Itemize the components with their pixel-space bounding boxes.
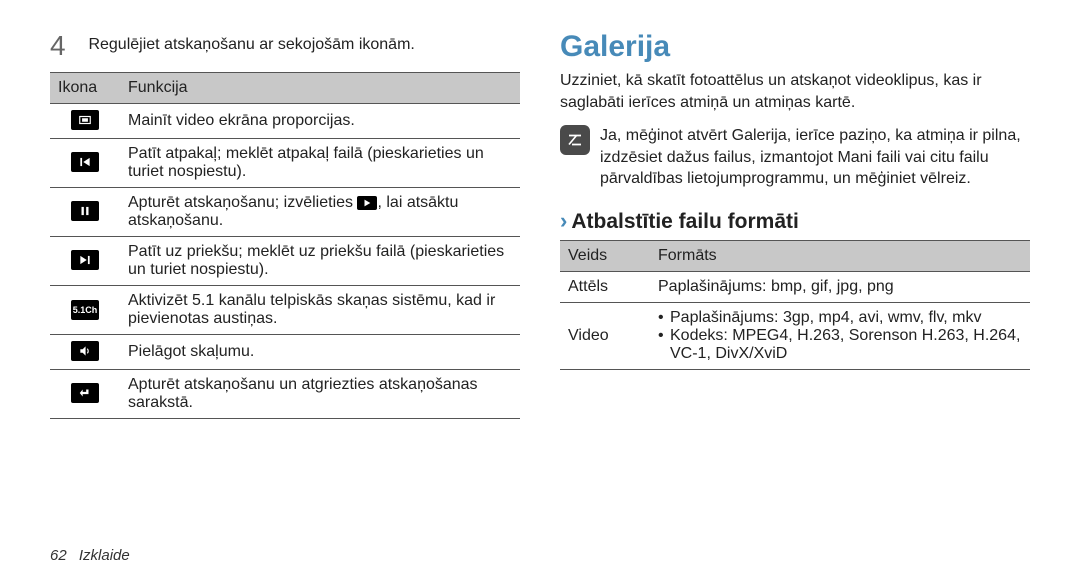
fmt-header-format: Formāts (650, 240, 1030, 271)
footer: 62 Izklaide (50, 547, 130, 564)
table-row: Apturēt atskaņošanu un atgriezties atska… (50, 370, 520, 419)
pause-icon (71, 201, 99, 221)
note-icon (560, 125, 590, 155)
skip-previous-icon (71, 152, 99, 172)
icon-function-table: Ikona Funkcija Mainīt video ekrāna propo… (50, 72, 520, 419)
func-text: Apturēt atskaņošanu un atgriezties atska… (120, 370, 520, 419)
sub-title: ›Atbalstītie failu formāti (560, 208, 1030, 234)
table-row: Apturēt atskaņošanu; izvēlieties , lai a… (50, 188, 520, 237)
fmt-type: Video (560, 302, 650, 369)
table-row: Mainīt video ekrāna proporcijas. (50, 104, 520, 139)
func-text: Aktivizēt 5.1 kanālu telpiskās skaņas si… (120, 286, 520, 335)
table-row: Video Paplašinājums: 3gp, mp4, avi, wmv,… (560, 302, 1030, 369)
fmt-header-type: Veids (560, 240, 650, 271)
intro-paragraph: Uzziniet, kā skatīt fotoattēlus un atska… (560, 70, 1030, 113)
step-number: 4 (50, 30, 78, 62)
table-row: Pielāgot skaļumu. (50, 335, 520, 370)
func-text: Patīt atpakaļ; meklēt atpakaļ failā (pie… (120, 139, 520, 188)
fmt-value: Paplašinājums: 3gp, mp4, avi, wmv, flv, … (650, 302, 1030, 369)
icon-table-header-func: Funkcija (120, 73, 520, 104)
surround-51-icon: 5.1Ch (71, 300, 99, 320)
right-column: Galerija Uzziniet, kā skatīt fotoattēlus… (560, 30, 1030, 419)
note-text: Ja, mēģinot atvērt Galerija, ierīce pazi… (600, 125, 1030, 190)
step-text: Regulējiet atskaņošanu ar sekojošām ikon… (88, 30, 414, 54)
back-icon (71, 383, 99, 403)
chevron-right-icon: › (560, 208, 567, 233)
fmt-value: Paplašinājums: bmp, gif, jpg, png (650, 271, 1030, 302)
aspect-ratio-icon (71, 110, 99, 130)
section-title: Galerija (560, 30, 1030, 64)
table-row: 5.1Ch Aktivizēt 5.1 kanālu telpiskās ska… (50, 286, 520, 335)
icon-table-header-icon: Ikona (50, 73, 120, 104)
func-text: Mainīt video ekrāna proporcijas. (120, 104, 520, 139)
left-column: 4 Regulējiet atskaņošanu ar sekojošām ik… (50, 30, 520, 419)
func-text: Patīt uz priekšu; meklēt uz priekšu fail… (120, 237, 520, 286)
table-row: Patīt atpakaļ; meklēt atpakaļ failā (pie… (50, 139, 520, 188)
note-block: Ja, mēģinot atvērt Galerija, ierīce pazi… (560, 125, 1030, 190)
func-text: Pielāgot skaļumu. (120, 335, 520, 370)
volume-icon (71, 341, 99, 361)
format-table: Veids Formāts Attēls Paplašinājums: bmp,… (560, 240, 1030, 370)
page-number: 62 (50, 547, 67, 564)
func-text: Apturēt atskaņošanu; izvēlieties , lai a… (120, 188, 520, 237)
table-row: Patīt uz priekšu; meklēt uz priekšu fail… (50, 237, 520, 286)
play-icon (357, 196, 377, 210)
table-row: Attēls Paplašinājums: bmp, gif, jpg, png (560, 271, 1030, 302)
footer-section: Izklaide (79, 547, 130, 564)
step-row: 4 Regulējiet atskaņošanu ar sekojošām ik… (50, 30, 520, 62)
fmt-type: Attēls (560, 271, 650, 302)
skip-next-icon (71, 250, 99, 270)
